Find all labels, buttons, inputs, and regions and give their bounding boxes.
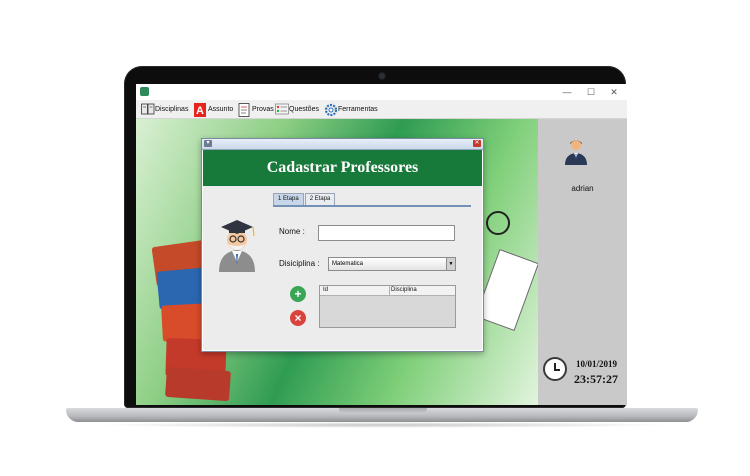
username: adrian — [571, 184, 594, 193]
menu-questoes-label: Questões — [289, 105, 319, 113]
frame-close-button[interactable]: ✕ — [473, 140, 481, 147]
menu-ferramentas-label: Ferramentas — [338, 105, 378, 113]
book-icon — [141, 103, 155, 115]
svg-text:A: A — [196, 105, 204, 117]
frame-titlebar: ▾ ✕ — [202, 139, 483, 150]
column-id[interactable]: Id — [320, 286, 390, 295]
side-panel: adrian 10/01/2019 23:57:27 — [538, 119, 627, 405]
menu-questoes[interactable]: Questões — [275, 101, 319, 117]
menu-provas[interactable]: Provas — [238, 101, 274, 117]
maximize-button[interactable]: ☐ — [580, 85, 602, 99]
questions-icon — [275, 103, 289, 115]
menu-assunto[interactable]: A Assunto — [194, 101, 233, 117]
diploma-illustration — [474, 248, 538, 332]
close-icon: × — [294, 311, 302, 325]
form-area: 1 Etapa 2 Etapa Nome : Disiciplina : Mat… — [203, 186, 482, 350]
column-disciplina[interactable]: Disciplina — [388, 286, 455, 295]
letter-a-icon: A — [194, 103, 206, 117]
ring-illustration — [486, 211, 510, 235]
add-disciplina-button[interactable]: + — [290, 286, 306, 302]
laptop-shadow — [90, 422, 676, 428]
plus-icon: + — [294, 287, 302, 301]
menu-ferramentas[interactable]: Ferramentas — [324, 101, 378, 117]
time-display: 23:57:27 — [574, 372, 618, 386]
disciplina-select-value: Matematica — [332, 261, 364, 267]
remove-disciplina-button[interactable]: × — [290, 310, 306, 326]
laptop-notch — [339, 408, 427, 414]
clock-icon — [543, 357, 567, 381]
close-button[interactable]: ✕ — [603, 85, 625, 99]
menu-provas-label: Provas — [252, 105, 274, 113]
menu-assunto-label: Assunto — [208, 105, 234, 113]
page-title: Cadastrar Professores — [203, 150, 482, 186]
table-header: Id Disciplina — [320, 286, 455, 296]
nome-label: Nome : — [279, 227, 305, 236]
disciplinas-table: Id Disciplina — [319, 285, 456, 328]
tab-strip: 1 Etapa 2 Etapa — [273, 193, 336, 205]
book-illustration — [165, 366, 231, 402]
exam-icon — [238, 103, 250, 117]
disciplina-select[interactable]: Matematica ▼ — [328, 257, 456, 271]
date-display: 10/01/2019 — [576, 359, 618, 369]
chevron-down-icon: ▼ — [446, 258, 455, 270]
tab-1-etapa[interactable]: 1 Etapa — [273, 193, 304, 205]
professor-icon — [219, 220, 255, 272]
nome-input[interactable] — [318, 225, 455, 241]
minimize-button[interactable]: — — [556, 85, 578, 99]
menubar: Disciplinas A Assunto Provas Questões Fe… — [136, 100, 627, 119]
app-icon — [140, 87, 149, 96]
window-titlebar: — ☐ ✕ — [136, 84, 627, 100]
menu-disciplinas-label: Disciplinas — [155, 105, 189, 113]
cadastrar-professores-window: ▾ ✕ Cadastrar Professores 1 Etapa 2 Etap… — [201, 138, 484, 352]
tab-2-etapa[interactable]: 2 Etapa — [304, 193, 336, 205]
tab-underline — [273, 205, 471, 207]
screen: — ☐ ✕ Disciplinas A Assunto Provas Quest… — [136, 84, 627, 405]
user-avatar-icon — [565, 140, 587, 165]
disciplina-label: Disiciplina : — [279, 259, 320, 268]
frame-menu-button[interactable]: ▾ — [204, 140, 212, 147]
menu-disciplinas[interactable]: Disciplinas — [141, 101, 188, 117]
gear-icon — [324, 103, 338, 117]
camera-icon — [379, 73, 385, 79]
